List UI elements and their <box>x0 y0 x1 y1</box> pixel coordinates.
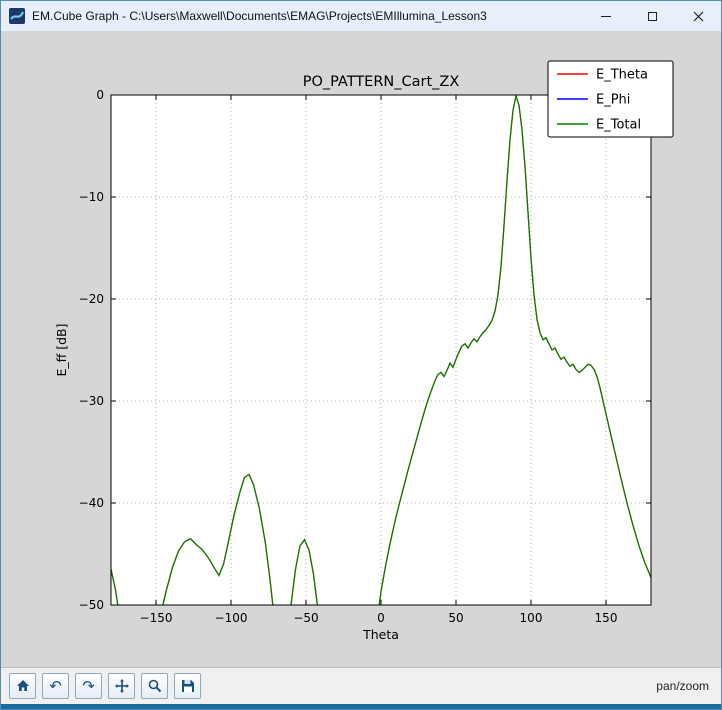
maximize-button[interactable] <box>629 1 675 31</box>
window-bottom-edge <box>1 704 721 709</box>
save-icon <box>180 678 196 694</box>
maximize-icon <box>648 12 657 21</box>
toolbar-pan-button[interactable] <box>108 673 135 699</box>
y-tick-label: −50 <box>79 598 104 612</box>
toolbar-home-button[interactable] <box>9 673 36 699</box>
minimize-button[interactable] <box>583 1 629 31</box>
x-tick-label: 150 <box>595 611 618 625</box>
home-icon <box>15 678 31 694</box>
y-tick-label: −30 <box>79 394 104 408</box>
legend-label: E_Theta <box>596 68 648 83</box>
window-title: EM.Cube Graph - C:\Users\Maxwell\Documen… <box>32 9 487 23</box>
x-tick-label: −100 <box>215 611 248 625</box>
x-tick-label: 0 <box>377 611 385 625</box>
back-icon: ↶ <box>49 679 62 694</box>
figure-canvas[interactable]: −150 −100 −50 0 50 100 150 0 −10 −20 −30 −40 −50 PO_P… <box>1 31 721 667</box>
toolbar-zoom-button[interactable] <box>141 673 168 699</box>
y-tick-label: −40 <box>79 496 104 510</box>
x-tick-label: 50 <box>448 611 463 625</box>
app-icon <box>9 8 25 24</box>
status-message: pan/zoom <box>656 679 713 693</box>
y-tick-label: −20 <box>79 292 104 306</box>
figure-area: −150 −100 −50 0 50 100 150 0 −10 −20 −30 −40 −50 PO_P… <box>1 31 721 667</box>
toolbar-back-button[interactable]: ↶ <box>42 673 69 699</box>
toolbar: ↶ ↷ pan/zoom <box>1 667 721 704</box>
titlebar: EM.Cube Graph - C:\Users\Maxwell\Documen… <box>1 1 721 31</box>
close-icon <box>693 11 704 22</box>
legend-label: E_Phi <box>596 93 630 108</box>
pan-icon <box>114 678 130 694</box>
x-tick-label: 100 <box>520 611 543 625</box>
app-window: EM.Cube Graph - C:\Users\Maxwell\Documen… <box>0 0 722 710</box>
legend-label: E_Total <box>596 118 641 133</box>
window-controls <box>583 1 721 31</box>
y-axis-label: E_ff [dB] <box>54 324 69 377</box>
x-tick-label: −50 <box>293 611 318 625</box>
minimize-icon <box>601 16 611 17</box>
toolbar-forward-button[interactable]: ↷ <box>75 673 102 699</box>
x-tick-label: −150 <box>140 611 173 625</box>
x-axis-label: Theta <box>362 627 399 642</box>
close-button[interactable] <box>675 1 721 31</box>
chart-title: PO_PATTERN_Cart_ZX <box>303 74 460 90</box>
y-tick-label: 0 <box>96 88 104 102</box>
forward-icon: ↷ <box>82 679 95 694</box>
zoom-icon <box>147 678 163 694</box>
toolbar-save-button[interactable] <box>174 673 201 699</box>
y-tick-label: −10 <box>79 190 104 204</box>
legend: E_Theta E_Phi E_Total <box>548 61 673 137</box>
